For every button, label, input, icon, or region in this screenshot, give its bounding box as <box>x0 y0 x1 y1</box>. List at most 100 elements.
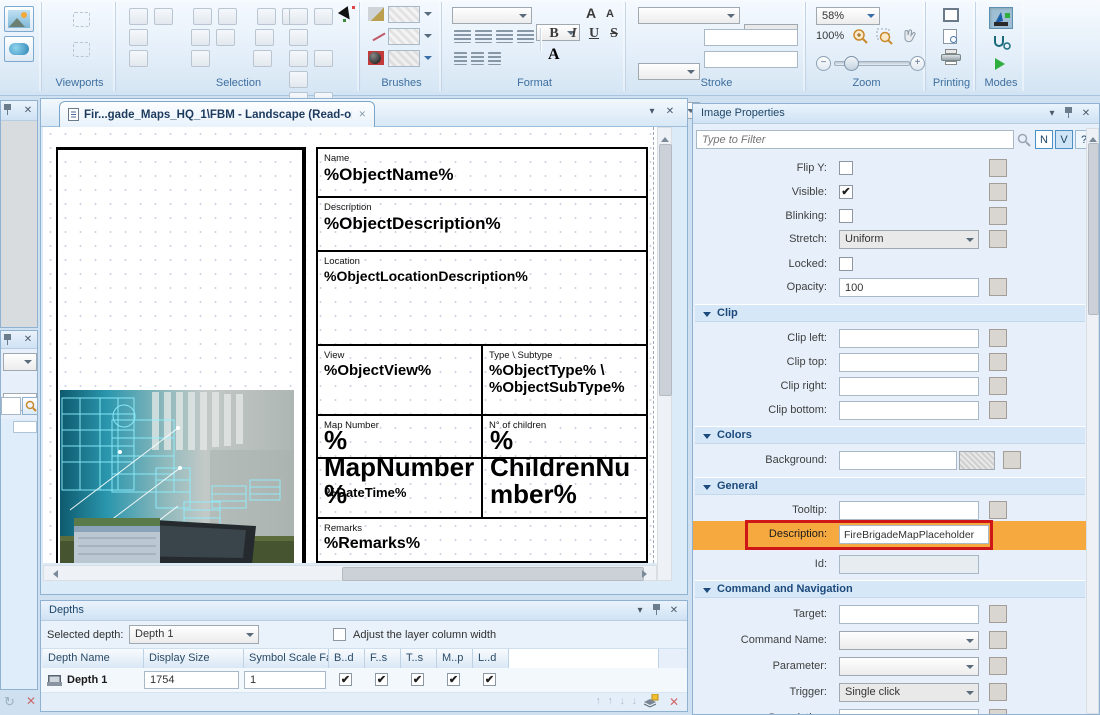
align-text-center-icon[interactable] <box>475 30 492 43</box>
line-spacing-3-icon[interactable] <box>488 52 501 65</box>
tooltip-field[interactable] <box>839 501 979 520</box>
diagnostics-mode-icon[interactable] <box>991 34 1011 52</box>
map-placeholder-image[interactable] <box>60 390 294 563</box>
line-spacing-2-icon[interactable] <box>471 52 484 65</box>
command-description-binding-button[interactable] <box>989 709 1007 715</box>
stretch-binding-button[interactable] <box>989 230 1007 248</box>
snap-cursor-icon[interactable] <box>342 8 358 24</box>
pan-hand-icon[interactable] <box>900 28 918 46</box>
align-text-left-icon[interactable] <box>454 30 471 43</box>
flip-icon[interactable] <box>191 50 210 67</box>
pin-icon[interactable] <box>652 604 661 616</box>
section-general[interactable]: General <box>695 477 1085 495</box>
depth-checkbox-5[interactable]: ✔ <box>483 673 496 686</box>
bring-forward-icon[interactable] <box>129 29 148 46</box>
strikethrough-button[interactable]: S <box>604 26 624 42</box>
template-cell-remarks[interactable]: Remarks %Remarks% <box>318 519 646 563</box>
zoom-in-icon[interactable] <box>852 28 870 46</box>
align-left-icon[interactable] <box>289 8 308 25</box>
scroll-left-icon[interactable] <box>49 570 58 578</box>
depth-checkbox-4[interactable]: ✔ <box>447 673 460 686</box>
column-header[interactable]: Symbol Scale Factor <box>244 649 329 668</box>
stroke-width-field[interactable] <box>704 29 798 46</box>
zoom-level-combo[interactable]: 58% <box>816 7 880 25</box>
column-header[interactable]: M..p <box>437 649 473 668</box>
tab-close-icon[interactable] <box>358 109 366 120</box>
template-cell-type[interactable]: Type \ Subtype %ObjectType% \ %ObjectSub… <box>481 346 646 414</box>
horizontal-scrollbar[interactable] <box>43 565 657 581</box>
column-header[interactable]: L..d <box>473 649 509 668</box>
clip-top-field[interactable] <box>839 353 979 372</box>
select-all-icon[interactable] <box>193 8 212 25</box>
horizontal-scroll-thumb[interactable] <box>342 567 644 581</box>
zoom-in-button[interactable]: + <box>910 56 925 71</box>
tree-search-input[interactable] <box>1 397 21 415</box>
opacity-binding-button[interactable] <box>989 278 1007 296</box>
grow-font-icon[interactable]: A <box>586 5 596 21</box>
trigger-binding-button[interactable] <box>989 683 1007 701</box>
target-binding-button[interactable] <box>989 605 1007 623</box>
section-command-navigation[interactable]: Command and Navigation <box>695 580 1085 598</box>
panel-menu-icon[interactable] <box>1045 107 1059 121</box>
fill-brush-swatch[interactable] <box>388 6 420 23</box>
clip-left-field[interactable] <box>839 329 979 348</box>
align-text-justify-icon[interactable] <box>517 30 534 43</box>
document-tab[interactable]: Fir...gade_Maps_HQ_1\FBM - Landscape (Re… <box>59 101 375 127</box>
stroke-brush-dropdown-icon[interactable] <box>424 34 432 38</box>
blinking-checkbox[interactable] <box>839 209 853 223</box>
print-preview-icon[interactable] <box>943 29 957 44</box>
filter-value-button[interactable]: V <box>1055 130 1073 149</box>
center-horizontal-icon[interactable] <box>289 50 308 67</box>
background-binding-button[interactable] <box>1003 451 1021 469</box>
line-spacing-1-icon[interactable] <box>454 52 467 65</box>
fill-brush-icon[interactable] <box>368 7 384 21</box>
printer-icon[interactable] <box>941 52 961 65</box>
vertical-scroll-thumb[interactable] <box>659 144 672 396</box>
move-down-icon[interactable]: ↓ <box>620 695 626 707</box>
properties-scrollbar[interactable] <box>1086 128 1099 714</box>
flip-y-checkbox[interactable] <box>839 161 853 175</box>
document-menu-icon[interactable] <box>645 105 659 119</box>
clip-left-binding-button[interactable] <box>989 329 1007 347</box>
map-area[interactable] <box>56 147 306 563</box>
select-inverse-icon[interactable] <box>218 8 237 25</box>
visible-binding-button[interactable] <box>989 183 1007 201</box>
font-family-combo[interactable] <box>452 7 532 24</box>
template-cell-location[interactable]: Location %ObjectLocationDescription% <box>318 252 646 346</box>
clip-bottom-field[interactable] <box>839 401 979 420</box>
stroke-dash-field[interactable] <box>704 51 798 68</box>
selected-depth-combo[interactable]: Depth 1 <box>129 625 259 644</box>
display-size-field[interactable]: 1754 <box>144 671 239 689</box>
visible-checkbox[interactable]: ✔ <box>839 185 853 199</box>
send-backward-icon[interactable] <box>129 50 148 67</box>
symbol-scale-factor-field[interactable]: 1 <box>244 671 326 689</box>
move-up-icon[interactable]: ↑ <box>608 695 614 707</box>
vertical-scrollbar[interactable] <box>657 127 672 581</box>
align-text-right-icon[interactable] <box>496 30 513 43</box>
italic-button[interactable]: I <box>564 26 584 42</box>
zoom-out-button[interactable]: − <box>816 56 831 71</box>
align-top-icon[interactable] <box>314 8 333 25</box>
stroke-brush-swatch[interactable] <box>388 28 420 45</box>
template-cell-name[interactable]: Name %ObjectName% <box>318 149 646 198</box>
gradient-brush-swatch[interactable] <box>388 50 420 67</box>
close-icon[interactable] <box>21 104 35 118</box>
pin-icon[interactable] <box>3 334 12 346</box>
same-width-icon[interactable] <box>289 29 308 46</box>
resize-handles-icon[interactable] <box>191 29 210 46</box>
page-setup-icon[interactable] <box>943 8 959 22</box>
clip-right-binding-button[interactable] <box>989 377 1007 395</box>
scroll-right-icon[interactable] <box>642 570 651 578</box>
clip-top-binding-button[interactable] <box>989 353 1007 371</box>
command-description-field[interactable] <box>839 709 979 715</box>
column-header[interactable]: B..d <box>329 649 365 668</box>
order-icon[interactable] <box>253 50 272 67</box>
viewport-region-icon[interactable] <box>73 42 90 57</box>
pin-icon[interactable] <box>3 104 12 116</box>
stretch-combo[interactable]: Uniform <box>839 230 979 249</box>
stroke-style-combo[interactable] <box>638 7 740 24</box>
insert-brush-button[interactable] <box>4 36 34 62</box>
tooltip-binding-button[interactable] <box>989 501 1007 519</box>
close-icon[interactable] <box>667 604 681 618</box>
shrink-font-icon[interactable]: A <box>606 8 614 20</box>
